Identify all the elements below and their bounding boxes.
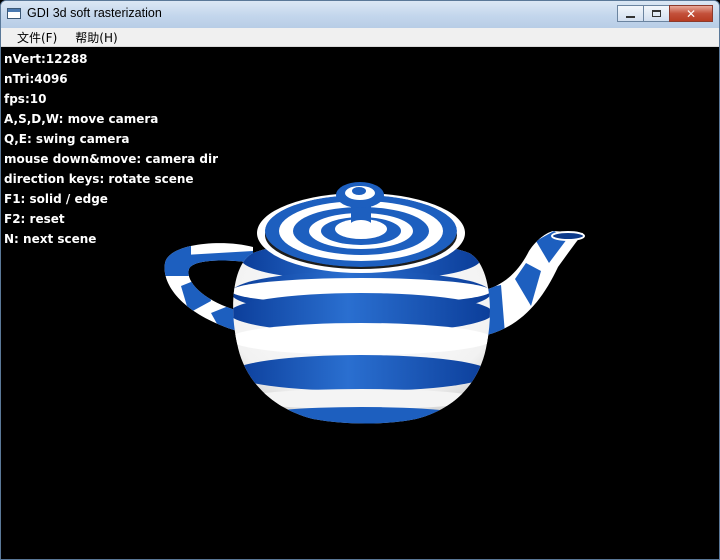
caption-buttons: ✕ <box>617 5 713 22</box>
menu-bar: 文件(F) 帮助(H) <box>1 28 719 47</box>
maximize-icon <box>652 10 661 17</box>
app-window: GDI 3d soft rasterization ✕ 文件(F) 帮助(H) <box>0 0 720 560</box>
hud-help-rotate: direction keys: rotate scene <box>4 172 194 186</box>
menu-file[interactable]: 文件(F) <box>17 29 57 46</box>
minimize-button[interactable] <box>617 5 644 22</box>
hud-help-solid-edge: F1: solid / edge <box>4 192 108 206</box>
hud-fps: fps:10 <box>4 92 47 106</box>
maximize-button[interactable] <box>643 5 670 22</box>
hud-help-move: A,S,D,W: move camera <box>4 112 159 126</box>
title-bar[interactable]: GDI 3d soft rasterization ✕ <box>1 1 719 28</box>
hud-help-reset: F2: reset <box>4 212 65 226</box>
close-icon: ✕ <box>685 6 697 21</box>
minimize-icon <box>626 15 635 18</box>
close-button[interactable]: ✕ <box>669 5 713 22</box>
window-title: GDI 3d soft rasterization <box>27 6 162 20</box>
hud-help-swing: Q,E: swing camera <box>4 132 130 146</box>
menu-help[interactable]: 帮助(H) <box>75 29 117 46</box>
app-window-icon[interactable] <box>7 8 21 19</box>
hud-triangle-count: nTri:4096 <box>4 72 68 86</box>
hud-vertex-count: nVert:12288 <box>4 52 88 66</box>
hud-help-mouse: mouse down&move: camera dir <box>4 152 219 166</box>
hud-help-next-scene: N: next scene <box>4 232 97 246</box>
spout-opening <box>551 231 585 241</box>
render-viewport[interactable]: nVert:12288 nTri:4096 fps:10 A,S,D,W: mo… <box>1 47 719 559</box>
hud-overlay: nVert:12288 nTri:4096 fps:10 A,S,D,W: mo… <box>4 52 218 252</box>
